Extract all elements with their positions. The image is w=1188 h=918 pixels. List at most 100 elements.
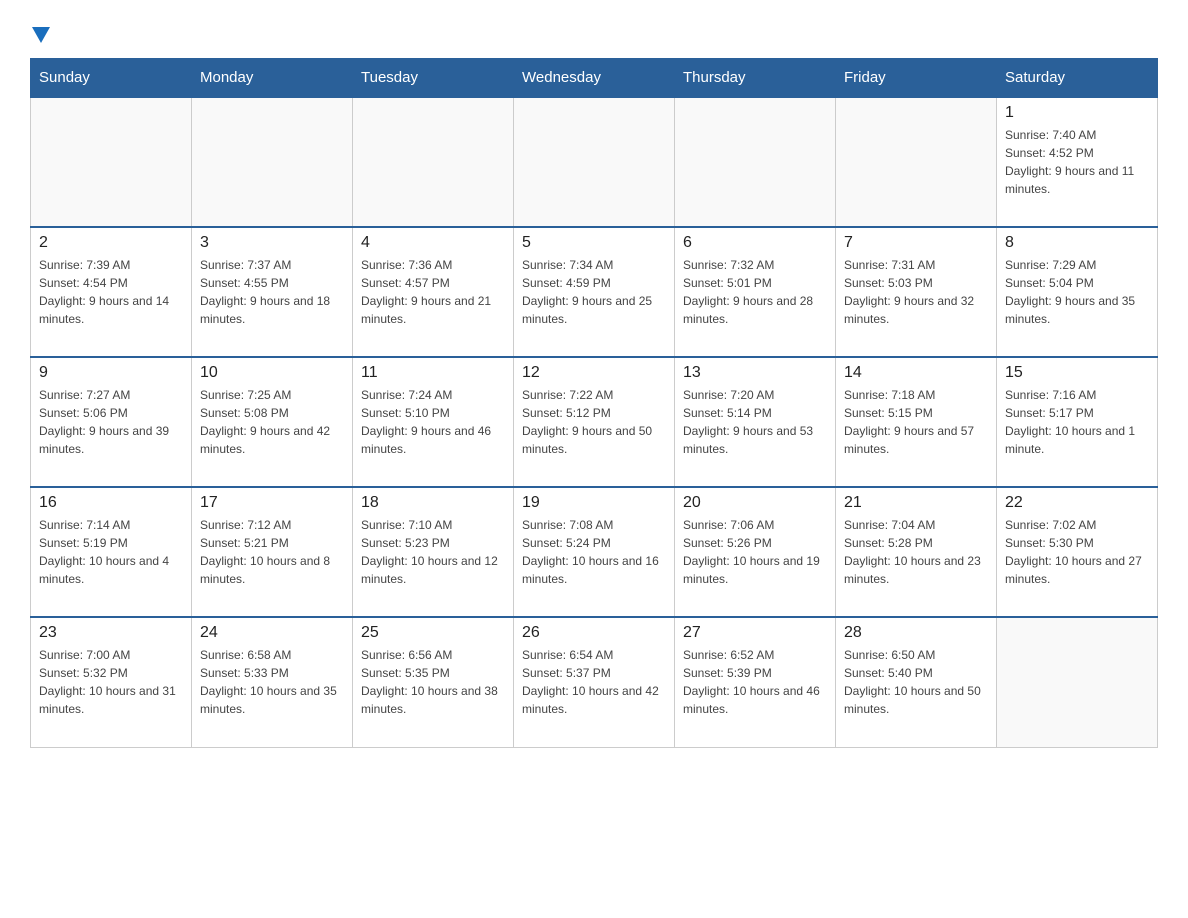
- calendar-cell: 28 Sunrise: 6:50 AMSunset: 5:40 PMDayligh…: [836, 617, 997, 747]
- calendar-cell: 9 Sunrise: 7:27 AMSunset: 5:06 PMDaylight…: [31, 357, 192, 487]
- day-info: Sunrise: 7:08 AMSunset: 5:24 PMDaylight:…: [522, 516, 666, 588]
- day-number: 26: [522, 624, 666, 642]
- day-info: Sunrise: 7:10 AMSunset: 5:23 PMDaylight:…: [361, 516, 505, 588]
- calendar-cell: 7Sunrise: 7:31 AMSunset: 5:03 PMDaylight…: [836, 227, 997, 357]
- weekday-header-row: SundayMondayTuesdayWednesdayThursdayFrid…: [31, 59, 1158, 98]
- day-info: Sunrise: 7:24 AMSunset: 5:10 PMDaylight:…: [361, 386, 505, 458]
- calendar-cell: 25 Sunrise: 6:56 AMSunset: 5:35 PMDayligh…: [353, 617, 514, 747]
- day-info: Sunrise: 7:27 AMSunset: 5:06 PMDaylight:…: [39, 386, 183, 458]
- day-info: Sunrise: 6:54 AMSunset: 5:37 PMDaylight:…: [522, 646, 666, 718]
- calendar-cell: 12 Sunrise: 7:22 AMSunset: 5:12 PMDayligh…: [514, 357, 675, 487]
- weekday-header-tuesday: Tuesday: [353, 59, 514, 98]
- day-number: 8: [1005, 234, 1149, 252]
- logo: [30, 25, 50, 48]
- calendar-cell: 18 Sunrise: 7:10 AMSunset: 5:23 PMDayligh…: [353, 487, 514, 617]
- day-number: 17: [200, 494, 344, 512]
- day-info: Sunrise: 7:02 AMSunset: 5:30 PMDaylight:…: [1005, 516, 1149, 588]
- calendar-cell: 13 Sunrise: 7:20 AMSunset: 5:14 PMDayligh…: [675, 357, 836, 487]
- day-info: Sunrise: 7:04 AMSunset: 5:28 PMDaylight:…: [844, 516, 988, 588]
- day-number: 11: [361, 364, 505, 382]
- day-info: Sunrise: 7:00 AMSunset: 5:32 PMDaylight:…: [39, 646, 183, 718]
- calendar-cell: 16 Sunrise: 7:14 AMSunset: 5:19 PMDayligh…: [31, 487, 192, 617]
- day-number: 28: [844, 624, 988, 642]
- day-number: 21: [844, 494, 988, 512]
- day-number: 9: [39, 364, 183, 382]
- day-number: 10: [200, 364, 344, 382]
- calendar-cell: [997, 617, 1158, 747]
- weekday-header-friday: Friday: [836, 59, 997, 98]
- day-number: 27: [683, 624, 827, 642]
- calendar-cell: 10 Sunrise: 7:25 AMSunset: 5:08 PMDayligh…: [192, 357, 353, 487]
- calendar-cell: [353, 97, 514, 227]
- day-number: 5: [522, 234, 666, 252]
- day-number: 15: [1005, 364, 1149, 382]
- day-number: 16: [39, 494, 183, 512]
- calendar-cell: 15 Sunrise: 7:16 AMSunset: 5:17 PMDayligh…: [997, 357, 1158, 487]
- calendar-cell: [192, 97, 353, 227]
- day-info: Sunrise: 7:32 AMSunset: 5:01 PMDaylight:…: [683, 256, 827, 328]
- calendar-cell: 2 Sunrise: 7:39 AMSunset: 4:54 PMDaylight…: [31, 227, 192, 357]
- calendar-cell: [31, 97, 192, 227]
- weekday-header-saturday: Saturday: [997, 59, 1158, 98]
- week-row-3: 9 Sunrise: 7:27 AMSunset: 5:06 PMDaylight…: [31, 357, 1158, 487]
- day-info: Sunrise: 7:29 AMSunset: 5:04 PMDaylight:…: [1005, 256, 1149, 328]
- day-number: 23: [39, 624, 183, 642]
- calendar-cell: 5 Sunrise: 7:34 AMSunset: 4:59 PMDaylight…: [514, 227, 675, 357]
- calendar-cell: 22 Sunrise: 7:02 AMSunset: 5:30 PMDayligh…: [997, 487, 1158, 617]
- week-row-5: 23 Sunrise: 7:00 AMSunset: 5:32 PMDayligh…: [31, 617, 1158, 747]
- day-number: 3: [200, 234, 344, 252]
- calendar-table: SundayMondayTuesdayWednesdayThursdayFrid…: [30, 58, 1158, 748]
- day-number: 6: [683, 234, 827, 252]
- calendar-cell: 24 Sunrise: 6:58 AMSunset: 5:33 PMDayligh…: [192, 617, 353, 747]
- calendar-cell: 26 Sunrise: 6:54 AMSunset: 5:37 PMDayligh…: [514, 617, 675, 747]
- day-info: Sunrise: 6:52 AMSunset: 5:39 PMDaylight:…: [683, 646, 827, 718]
- calendar-cell: 21 Sunrise: 7:04 AMSunset: 5:28 PMDayligh…: [836, 487, 997, 617]
- day-info: Sunrise: 7:12 AMSunset: 5:21 PMDaylight:…: [200, 516, 344, 588]
- day-info: Sunrise: 7:20 AMSunset: 5:14 PMDaylight:…: [683, 386, 827, 458]
- day-number: 24: [200, 624, 344, 642]
- calendar-cell: 23 Sunrise: 7:00 AMSunset: 5:32 PMDayligh…: [31, 617, 192, 747]
- day-number: 20: [683, 494, 827, 512]
- day-number: 22: [1005, 494, 1149, 512]
- day-number: 25: [361, 624, 505, 642]
- week-row-4: 16 Sunrise: 7:14 AMSunset: 5:19 PMDayligh…: [31, 487, 1158, 617]
- page-header: [30, 20, 1158, 48]
- day-number: 1: [1005, 104, 1149, 122]
- calendar-cell: 3 Sunrise: 7:37 AMSunset: 4:55 PMDaylight…: [192, 227, 353, 357]
- day-info: Sunrise: 7:14 AMSunset: 5:19 PMDaylight:…: [39, 516, 183, 588]
- day-number: 13: [683, 364, 827, 382]
- weekday-header-wednesday: Wednesday: [514, 59, 675, 98]
- calendar-cell: 8 Sunrise: 7:29 AMSunset: 5:04 PMDaylight…: [997, 227, 1158, 357]
- day-info: Sunrise: 7:37 AMSunset: 4:55 PMDaylight:…: [200, 256, 344, 328]
- day-info: Sunrise: 7:22 AMSunset: 5:12 PMDaylight:…: [522, 386, 666, 458]
- day-info: Sunrise: 7:39 AMSunset: 4:54 PMDaylight:…: [39, 256, 183, 328]
- week-row-1: 1 Sunrise: 7:40 AMSunset: 4:52 PMDaylight…: [31, 97, 1158, 227]
- day-info: Sunrise: 7:31 AMSunset: 5:03 PMDaylight:…: [844, 256, 988, 328]
- day-number: 14: [844, 364, 988, 382]
- day-info: Sunrise: 6:58 AMSunset: 5:33 PMDaylight:…: [200, 646, 344, 718]
- weekday-header-sunday: Sunday: [31, 59, 192, 98]
- logo-arrow-icon: [32, 27, 50, 48]
- day-info: Sunrise: 7:40 AMSunset: 4:52 PMDaylight:…: [1005, 126, 1149, 198]
- weekday-header-monday: Monday: [192, 59, 353, 98]
- day-info: Sunrise: 7:16 AMSunset: 5:17 PMDaylight:…: [1005, 386, 1149, 458]
- week-row-2: 2 Sunrise: 7:39 AMSunset: 4:54 PMDaylight…: [31, 227, 1158, 357]
- day-info: Sunrise: 6:56 AMSunset: 5:35 PMDaylight:…: [361, 646, 505, 718]
- day-info: Sunrise: 7:06 AMSunset: 5:26 PMDaylight:…: [683, 516, 827, 588]
- day-number: 18: [361, 494, 505, 512]
- day-number: 12: [522, 364, 666, 382]
- calendar-cell: 1 Sunrise: 7:40 AMSunset: 4:52 PMDaylight…: [997, 97, 1158, 227]
- day-info: Sunrise: 7:25 AMSunset: 5:08 PMDaylight:…: [200, 386, 344, 458]
- day-info: Sunrise: 7:34 AMSunset: 4:59 PMDaylight:…: [522, 256, 666, 328]
- calendar-cell: [514, 97, 675, 227]
- day-number: 2: [39, 234, 183, 252]
- calendar-cell: 27 Sunrise: 6:52 AMSunset: 5:39 PMDayligh…: [675, 617, 836, 747]
- calendar-cell: 11 Sunrise: 7:24 AMSunset: 5:10 PMDayligh…: [353, 357, 514, 487]
- calendar-cell: [836, 97, 997, 227]
- day-info: Sunrise: 6:50 AMSunset: 5:40 PMDaylight:…: [844, 646, 988, 718]
- day-number: 4: [361, 234, 505, 252]
- day-info: Sunrise: 7:18 AMSunset: 5:15 PMDaylight:…: [844, 386, 988, 458]
- calendar-cell: 4 Sunrise: 7:36 AMSunset: 4:57 PMDaylight…: [353, 227, 514, 357]
- weekday-header-thursday: Thursday: [675, 59, 836, 98]
- day-info: Sunrise: 7:36 AMSunset: 4:57 PMDaylight:…: [361, 256, 505, 328]
